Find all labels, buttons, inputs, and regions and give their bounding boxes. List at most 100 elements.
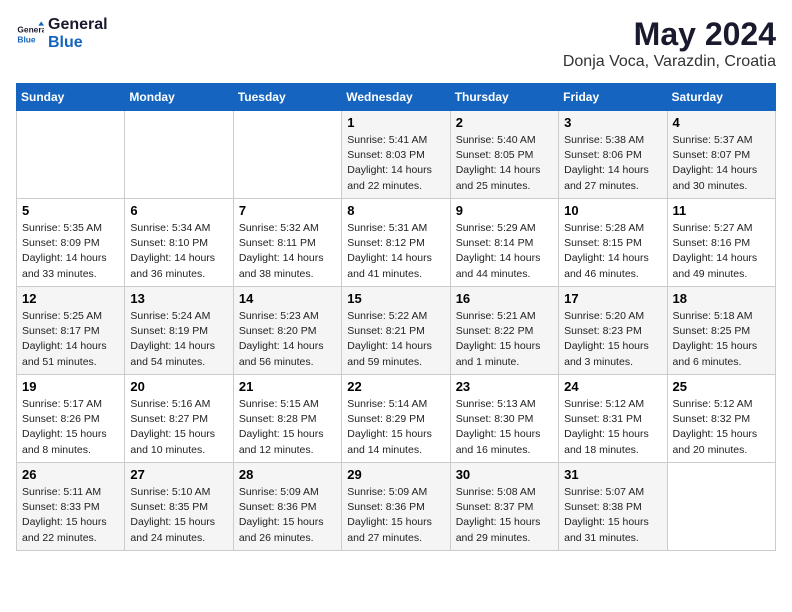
- day-info-text: Daylight: 15 hours: [564, 339, 661, 354]
- day-info-text: Sunrise: 5:17 AM: [22, 397, 119, 412]
- day-info-text: Sunset: 8:06 PM: [564, 148, 661, 163]
- logo: General Blue General Blue: [16, 16, 108, 51]
- day-info-text: and 14 minutes.: [347, 443, 444, 458]
- calendar-table: SundayMondayTuesdayWednesdayThursdayFrid…: [16, 83, 776, 551]
- day-info-text: Sunset: 8:17 PM: [22, 324, 119, 339]
- day-info-text: Sunrise: 5:07 AM: [564, 485, 661, 500]
- day-info-text: and 30 minutes.: [673, 179, 770, 194]
- day-info-text: Sunrise: 5:22 AM: [347, 309, 444, 324]
- calendar-cell: 7Sunrise: 5:32 AMSunset: 8:11 PMDaylight…: [233, 199, 341, 287]
- location-title: Donja Voca, Varazdin, Croatia: [563, 53, 776, 71]
- day-number: 17: [564, 291, 661, 306]
- day-info-text: and 49 minutes.: [673, 267, 770, 282]
- day-info-text: Sunrise: 5:08 AM: [456, 485, 553, 500]
- day-info-text: Sunset: 8:35 PM: [130, 500, 227, 515]
- day-number: 9: [456, 203, 553, 218]
- day-info-text: and 10 minutes.: [130, 443, 227, 458]
- day-info-text: Sunrise: 5:27 AM: [673, 221, 770, 236]
- day-info-text: Sunrise: 5:21 AM: [456, 309, 553, 324]
- day-info-text: Daylight: 14 hours: [564, 251, 661, 266]
- day-number: 1: [347, 115, 444, 130]
- calendar-cell: 4Sunrise: 5:37 AMSunset: 8:07 PMDaylight…: [667, 111, 775, 199]
- day-info-text: and 25 minutes.: [456, 179, 553, 194]
- day-number: 13: [130, 291, 227, 306]
- day-info-text: Sunset: 8:25 PM: [673, 324, 770, 339]
- calendar-cell: 23Sunrise: 5:13 AMSunset: 8:30 PMDayligh…: [450, 375, 558, 463]
- day-number: 19: [22, 379, 119, 394]
- day-info-text: and 26 minutes.: [239, 531, 336, 546]
- calendar-cell: 10Sunrise: 5:28 AMSunset: 8:15 PMDayligh…: [559, 199, 667, 287]
- day-info-text: Sunset: 8:36 PM: [347, 500, 444, 515]
- day-number: 2: [456, 115, 553, 130]
- svg-text:General: General: [17, 24, 44, 34]
- day-info-text: Sunset: 8:31 PM: [564, 412, 661, 427]
- day-info-text: and 24 minutes.: [130, 531, 227, 546]
- weekday-header-thursday: Thursday: [450, 84, 558, 111]
- weekday-header-monday: Monday: [125, 84, 233, 111]
- day-info-text: Sunrise: 5:18 AM: [673, 309, 770, 324]
- day-info-text: Sunset: 8:23 PM: [564, 324, 661, 339]
- day-info-text: and 12 minutes.: [239, 443, 336, 458]
- calendar-cell: 17Sunrise: 5:20 AMSunset: 8:23 PMDayligh…: [559, 287, 667, 375]
- day-info-text: Daylight: 14 hours: [239, 251, 336, 266]
- day-info-text: Daylight: 14 hours: [22, 251, 119, 266]
- day-info-text: Daylight: 15 hours: [673, 427, 770, 442]
- day-info-text: Daylight: 14 hours: [347, 251, 444, 266]
- day-info-text: Sunrise: 5:34 AM: [130, 221, 227, 236]
- calendar-cell: 26 Sunrise: 5:11 AMSunset: 8:33 PMDayligh…: [17, 463, 125, 551]
- svg-text:Blue: Blue: [17, 34, 35, 44]
- day-info-text: Sunset: 8:33 PM: [22, 500, 119, 515]
- calendar-cell: 30Sunrise: 5:08 AMSunset: 8:37 PMDayligh…: [450, 463, 558, 551]
- calendar-cell: 22Sunrise: 5:14 AMSunset: 8:29 PMDayligh…: [342, 375, 450, 463]
- day-number: 16: [456, 291, 553, 306]
- day-info-text: Sunrise: 5:15 AM: [239, 397, 336, 412]
- day-number: 23: [456, 379, 553, 394]
- day-info-text: Sunset: 8:20 PM: [239, 324, 336, 339]
- day-info-text: Daylight: 15 hours: [22, 427, 119, 442]
- day-info-text: and 59 minutes.: [347, 355, 444, 370]
- day-number: 8: [347, 203, 444, 218]
- day-number: 22: [347, 379, 444, 394]
- day-info-text: and 8 minutes.: [22, 443, 119, 458]
- day-info-text: Sunrise: 5:23 AM: [239, 309, 336, 324]
- day-info-text: Daylight: 15 hours: [22, 515, 119, 530]
- day-info-text: Sunrise: 5:35 AM: [22, 221, 119, 236]
- day-info-text: Daylight: 14 hours: [456, 251, 553, 266]
- day-info-text: Sunrise: 5:12 AM: [564, 397, 661, 412]
- calendar-cell: 27Sunrise: 5:10 AMSunset: 8:35 PMDayligh…: [125, 463, 233, 551]
- day-number: 25: [673, 379, 770, 394]
- day-info-text: Sunrise: 5:25 AM: [22, 309, 119, 324]
- calendar-cell: 28Sunrise: 5:09 AMSunset: 8:36 PMDayligh…: [233, 463, 341, 551]
- calendar-cell: 6Sunrise: 5:34 AMSunset: 8:10 PMDaylight…: [125, 199, 233, 287]
- day-info-text: Daylight: 15 hours: [347, 515, 444, 530]
- day-info-text: and 56 minutes.: [239, 355, 336, 370]
- day-info-text: Sunset: 8:26 PM: [22, 412, 119, 427]
- day-info-text: Daylight: 15 hours: [347, 427, 444, 442]
- day-number: 3: [564, 115, 661, 130]
- calendar-cell: 3Sunrise: 5:38 AMSunset: 8:06 PMDaylight…: [559, 111, 667, 199]
- day-info-text: and 27 minutes.: [347, 531, 444, 546]
- day-info-text: Sunset: 8:03 PM: [347, 148, 444, 163]
- day-info-text: and 44 minutes.: [456, 267, 553, 282]
- day-info-text: Daylight: 14 hours: [130, 251, 227, 266]
- day-info-text: and 36 minutes.: [130, 267, 227, 282]
- day-number: 7: [239, 203, 336, 218]
- day-info-text: Sunrise: 5:38 AM: [564, 133, 661, 148]
- day-info-text: Sunset: 8:09 PM: [22, 236, 119, 251]
- day-info-text: Sunset: 8:15 PM: [564, 236, 661, 251]
- day-info-text: Sunrise: 5:11 AM: [22, 485, 119, 500]
- day-info-text: Sunset: 8:32 PM: [673, 412, 770, 427]
- day-info-text: Sunrise: 5:40 AM: [456, 133, 553, 148]
- day-info-text: Daylight: 14 hours: [239, 339, 336, 354]
- logo-blue-text: Blue: [48, 34, 108, 52]
- day-number: 26: [22, 467, 119, 482]
- day-info-text: Daylight: 15 hours: [130, 427, 227, 442]
- calendar-cell: 19 Sunrise: 5:17 AMSunset: 8:26 PMDayligh…: [17, 375, 125, 463]
- day-info-text: and 6 minutes.: [673, 355, 770, 370]
- day-number: 21: [239, 379, 336, 394]
- day-info-text: Sunrise: 5:09 AM: [347, 485, 444, 500]
- day-info-text: Sunset: 8:19 PM: [130, 324, 227, 339]
- day-info-text: Daylight: 14 hours: [347, 163, 444, 178]
- calendar-cell: [125, 111, 233, 199]
- day-info-text: Sunset: 8:12 PM: [347, 236, 444, 251]
